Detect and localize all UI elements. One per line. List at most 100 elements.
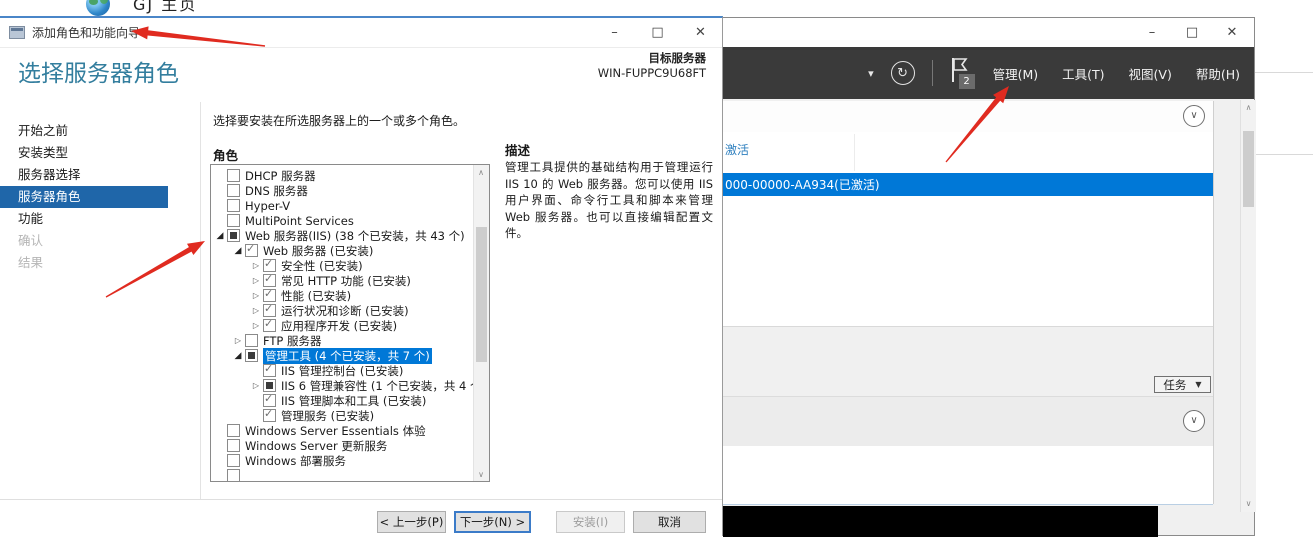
role-checkbox[interactable] (227, 199, 240, 212)
notifications-flag-icon[interactable]: 2 (950, 56, 976, 90)
tree-expand-icon[interactable]: ▷ (249, 381, 263, 390)
role-checkbox[interactable]: ✓ (263, 287, 276, 302)
menu-item[interactable]: 管理(M) (993, 64, 1039, 83)
role-label[interactable]: 安全性 (已安装) (281, 258, 363, 274)
server-manager-titlebar: – □ ✕ (723, 18, 1254, 47)
scroll-down-icon[interactable]: ∨ (1241, 496, 1256, 510)
role-checkbox[interactable] (227, 424, 240, 437)
role-label[interactable]: 管理工具 (4 个已安装，共 7 个) (263, 347, 432, 364)
role-label[interactable]: Windows Server 更新服务 (245, 438, 387, 454)
role-label[interactable]: FTP 服务器 (263, 333, 322, 349)
role-checkbox[interactable]: ✓ (263, 317, 276, 332)
install-button[interactable]: 安装(I) (556, 511, 625, 533)
toolbar-divider (931, 60, 933, 86)
activation-column-header[interactable]: 激活 (725, 141, 749, 158)
sidebar-step-item[interactable]: 功能 (0, 208, 168, 230)
minimize-button[interactable]: – (1132, 18, 1172, 47)
role-checkbox[interactable]: ✓ (263, 407, 276, 422)
role-label[interactable]: Web 服务器(IIS) (38 个已安装，共 43 个) (245, 228, 465, 244)
activation-selected-row[interactable]: 000-00000-AA934(已激活) (723, 173, 1213, 196)
vertical-scrollbar[interactable]: ∧ ∨ (1240, 100, 1256, 512)
sidebar-step-item[interactable]: 安装类型 (0, 142, 168, 164)
role-row: ▷ IIS 6 管理兼容性 (1 个已安装，共 4 个) (211, 378, 486, 393)
background-divider (1255, 72, 1313, 73)
back-button[interactable]: < 上一步(P) (377, 511, 446, 533)
collapse-chevron-icon[interactable]: ∨ (1183, 105, 1205, 127)
role-label[interactable]: IIS 6 管理兼容性 (1 个已安装，共 4 个) (281, 378, 486, 394)
tasks-dropdown-button[interactable]: 任务 ▼ (1154, 376, 1211, 393)
role-checkbox[interactable] (227, 439, 240, 452)
tree-expand-icon[interactable]: ◢ (213, 231, 227, 241)
menu-item[interactable]: 视图(V) (1129, 64, 1172, 83)
role-label[interactable]: IIS 管理脚本和工具 (已安装) (281, 393, 426, 409)
role-checkbox[interactable] (227, 169, 240, 182)
redacted-black-bar (723, 506, 1158, 537)
role-checkbox[interactable] (227, 469, 240, 481)
role-label[interactable]: 应用程序开发 (已安装) (281, 318, 397, 334)
tree-expand-icon[interactable]: ▷ (231, 336, 245, 345)
role-checkbox[interactable] (227, 184, 240, 197)
scroll-up-icon[interactable]: ∧ (1241, 100, 1256, 114)
role-label[interactable]: 运行状况和诊断 (已安装) (281, 303, 409, 319)
scroll-down-icon[interactable]: ∨ (474, 467, 488, 481)
role-checkbox[interactable]: ✓ (263, 272, 276, 287)
checkmark-icon: ✓ (264, 362, 274, 375)
role-checkbox[interactable] (227, 229, 240, 242)
wizard-button-bar: < 上一步(P) 下一步(N) > 安装(I) 取消 (0, 499, 722, 537)
role-row: ◢ 管理工具 (4 个已安装，共 7 个) (211, 347, 473, 364)
tree-expand-icon[interactable]: ▷ (249, 291, 263, 300)
tree-expand-icon[interactable]: ◢ (231, 246, 245, 256)
role-checkbox[interactable] (227, 214, 240, 227)
target-server-block: 目标服务器 WIN-FUPPC9U68FT (598, 50, 706, 80)
cancel-button[interactable]: 取消 (633, 511, 706, 533)
sidebar-step-item[interactable]: 服务器角色 (0, 186, 168, 208)
maximize-button[interactable]: □ (636, 18, 679, 47)
role-label[interactable]: DNS 服务器 (245, 183, 308, 199)
role-label[interactable]: 常见 HTTP 功能 (已安装) (281, 273, 411, 289)
role-label[interactable]: DHCP 服务器 (245, 168, 316, 184)
tree-expand-icon[interactable]: ▷ (249, 306, 263, 315)
role-label[interactable]: Hyper-V (245, 199, 290, 213)
role-checkbox[interactable] (245, 349, 258, 362)
next-button[interactable]: 下一步(N) > (454, 511, 531, 533)
role-label[interactable]: Windows Server Essentials 体验 (245, 423, 426, 439)
maximize-button[interactable]: □ (1172, 18, 1212, 47)
chevron-down-icon[interactable]: ▾ (868, 67, 874, 80)
role-label[interactable]: Web 服务器 (已安装) (263, 243, 373, 259)
scrollbar-thumb[interactable] (1243, 131, 1254, 207)
role-label[interactable]: Windows 部署服务 (245, 453, 346, 469)
role-checkbox[interactable]: ✓ (263, 302, 276, 317)
scrollbar-thumb[interactable] (476, 227, 487, 362)
close-button[interactable]: ✕ (1212, 18, 1252, 47)
refresh-icon[interactable]: ↻ (890, 61, 915, 85)
role-row: ▷ ✓ 性能 (已安装) (211, 287, 473, 304)
role-label[interactable]: IIS 管理控制台 (已安装) (281, 363, 403, 379)
role-checkbox[interactable] (227, 454, 240, 467)
roles-scrollbar[interactable]: ∧ ∨ (473, 165, 489, 481)
menu-item[interactable]: 工具(T) (1062, 64, 1104, 83)
tree-expand-icon[interactable]: ▷ (249, 276, 263, 285)
minimize-button[interactable]: – (593, 18, 636, 47)
role-checkbox[interactable] (245, 334, 258, 347)
role-checkbox[interactable]: ✓ (263, 257, 276, 272)
tree-expand-icon[interactable]: ▷ (249, 321, 263, 330)
sidebar-step-item[interactable]: 服务器选择 (0, 164, 168, 186)
collapse-chevron-icon[interactable]: ∨ (1183, 410, 1205, 432)
role-checkbox[interactable]: ✓ (263, 362, 276, 377)
role-label[interactable]: MultiPoint Services (245, 214, 354, 228)
menu-item[interactable]: 帮助(H) (1196, 64, 1240, 83)
target-server-label: 目标服务器 (648, 51, 707, 65)
role-row: Windows Server Essentials 体验 (211, 423, 473, 438)
role-label[interactable]: 性能 (已安装) (281, 288, 351, 304)
role-label[interactable]: 管理服务 (已安装) (281, 408, 374, 424)
checkmark-icon: ✓ (264, 287, 274, 300)
tree-expand-icon[interactable]: ▷ (249, 261, 263, 270)
close-button[interactable]: ✕ (679, 18, 722, 47)
scroll-up-icon[interactable]: ∧ (474, 165, 488, 179)
sidebar-step-item[interactable]: 开始之前 (0, 120, 168, 142)
role-checkbox[interactable] (263, 379, 276, 392)
role-checkbox[interactable]: ✓ (263, 392, 276, 407)
background-divider (1255, 154, 1313, 155)
tree-expand-icon[interactable]: ◢ (231, 351, 245, 361)
role-checkbox[interactable]: ✓ (245, 242, 258, 257)
